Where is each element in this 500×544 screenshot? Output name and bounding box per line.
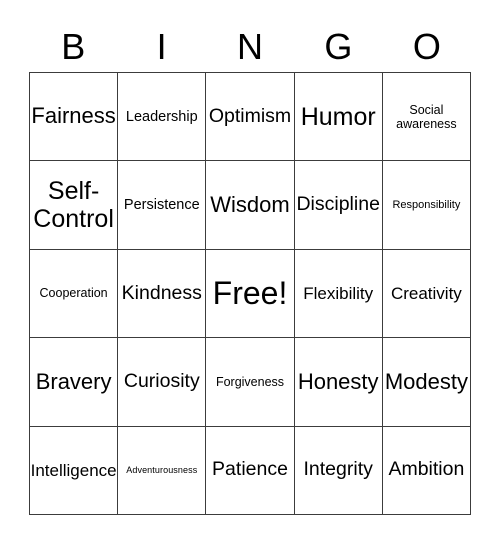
bingo-cell[interactable]: Fairness bbox=[30, 73, 119, 162]
bingo-card: B I N G O Fairness Leadership Optimism Humo… bbox=[0, 0, 500, 544]
bingo-cell-label: Cooperation bbox=[39, 286, 108, 301]
bingo-cell-label: Modesty bbox=[384, 368, 468, 394]
bingo-cell[interactable]: Adventurousness bbox=[118, 426, 207, 515]
bingo-cell-label: Self-Control bbox=[33, 177, 114, 234]
bingo-cell-label: Honesty bbox=[297, 368, 379, 394]
bingo-cell-label: Creativity bbox=[390, 283, 462, 303]
bingo-cell-label: Leadership bbox=[125, 108, 198, 125]
bingo-cell[interactable]: Honesty bbox=[294, 338, 383, 427]
bingo-cell[interactable]: Ambition bbox=[382, 426, 471, 515]
bingo-cell-label: Discipline bbox=[296, 193, 380, 216]
bingo-cell[interactable]: Integrity bbox=[294, 426, 383, 515]
bingo-cell-label: Curiosity bbox=[123, 369, 200, 392]
bingo-cell[interactable]: Flexibility bbox=[294, 249, 383, 339]
bingo-cell-label: Flexibility bbox=[303, 283, 374, 303]
bingo-header-letter-n: N bbox=[237, 26, 264, 67]
bingo-cell[interactable]: Leadership bbox=[118, 73, 207, 162]
bingo-cell[interactable]: Bravery bbox=[30, 338, 119, 427]
bingo-cell[interactable]: Modesty bbox=[382, 338, 471, 427]
bingo-cell[interactable]: Wisdom bbox=[206, 161, 295, 250]
bingo-cell-label: Humor bbox=[300, 102, 376, 131]
bingo-cell-label: Integrity bbox=[303, 458, 373, 481]
bingo-cell[interactable]: Optimism bbox=[206, 73, 295, 162]
bingo-cell-label: Patience bbox=[212, 458, 288, 481]
bingo-header-row: B I N G O bbox=[29, 22, 471, 72]
bingo-cell-label: Forgiveness bbox=[215, 374, 285, 389]
bingo-cell[interactable]: Persistence bbox=[118, 161, 207, 250]
bingo-cell[interactable]: Cooperation bbox=[30, 249, 119, 339]
bingo-cell[interactable]: Forgiveness bbox=[206, 338, 295, 427]
bingo-cell-label: Persistence bbox=[123, 196, 200, 213]
bingo-cell-label: Kindness bbox=[121, 281, 202, 304]
bingo-cell-label: Fairness bbox=[31, 103, 116, 129]
bingo-cell-label: Intelligence bbox=[30, 460, 117, 480]
bingo-header-letter-o: O bbox=[412, 26, 441, 67]
bingo-cell[interactable]: Discipline bbox=[294, 161, 383, 250]
bingo-cell-label: Bravery bbox=[35, 368, 112, 394]
bingo-cell-label: Ambition bbox=[388, 458, 465, 481]
bingo-header-letter-i: I bbox=[156, 26, 167, 67]
bingo-cell-label: Adventurousness bbox=[126, 465, 198, 476]
bingo-free-space[interactable]: Free! bbox=[206, 249, 295, 339]
bingo-cell[interactable]: Curiosity bbox=[118, 338, 207, 427]
bingo-cell[interactable]: Responsibility bbox=[382, 161, 471, 250]
bingo-header-letter-b: B bbox=[61, 26, 86, 67]
bingo-cell-label: Free! bbox=[212, 274, 288, 311]
bingo-cell-label: Responsibility bbox=[392, 198, 461, 211]
bingo-cell-label: Optimism bbox=[208, 104, 292, 127]
bingo-cell[interactable]: Self-Control bbox=[30, 161, 119, 250]
bingo-cell[interactable]: Social awareness bbox=[382, 73, 471, 162]
bingo-cell-label: Wisdom bbox=[210, 191, 290, 217]
bingo-cell[interactable]: Intelligence bbox=[30, 426, 119, 515]
bingo-grid: Fairness Leadership Optimism Humor Social aw… bbox=[29, 72, 471, 515]
bingo-cell[interactable]: Patience bbox=[206, 426, 295, 515]
bingo-cell[interactable]: Humor bbox=[294, 73, 383, 162]
bingo-cell-label: Social awareness bbox=[396, 102, 457, 131]
bingo-header-letter-g: G bbox=[324, 26, 353, 67]
bingo-cell[interactable]: Kindness bbox=[118, 249, 207, 339]
bingo-cell[interactable]: Creativity bbox=[382, 249, 471, 339]
